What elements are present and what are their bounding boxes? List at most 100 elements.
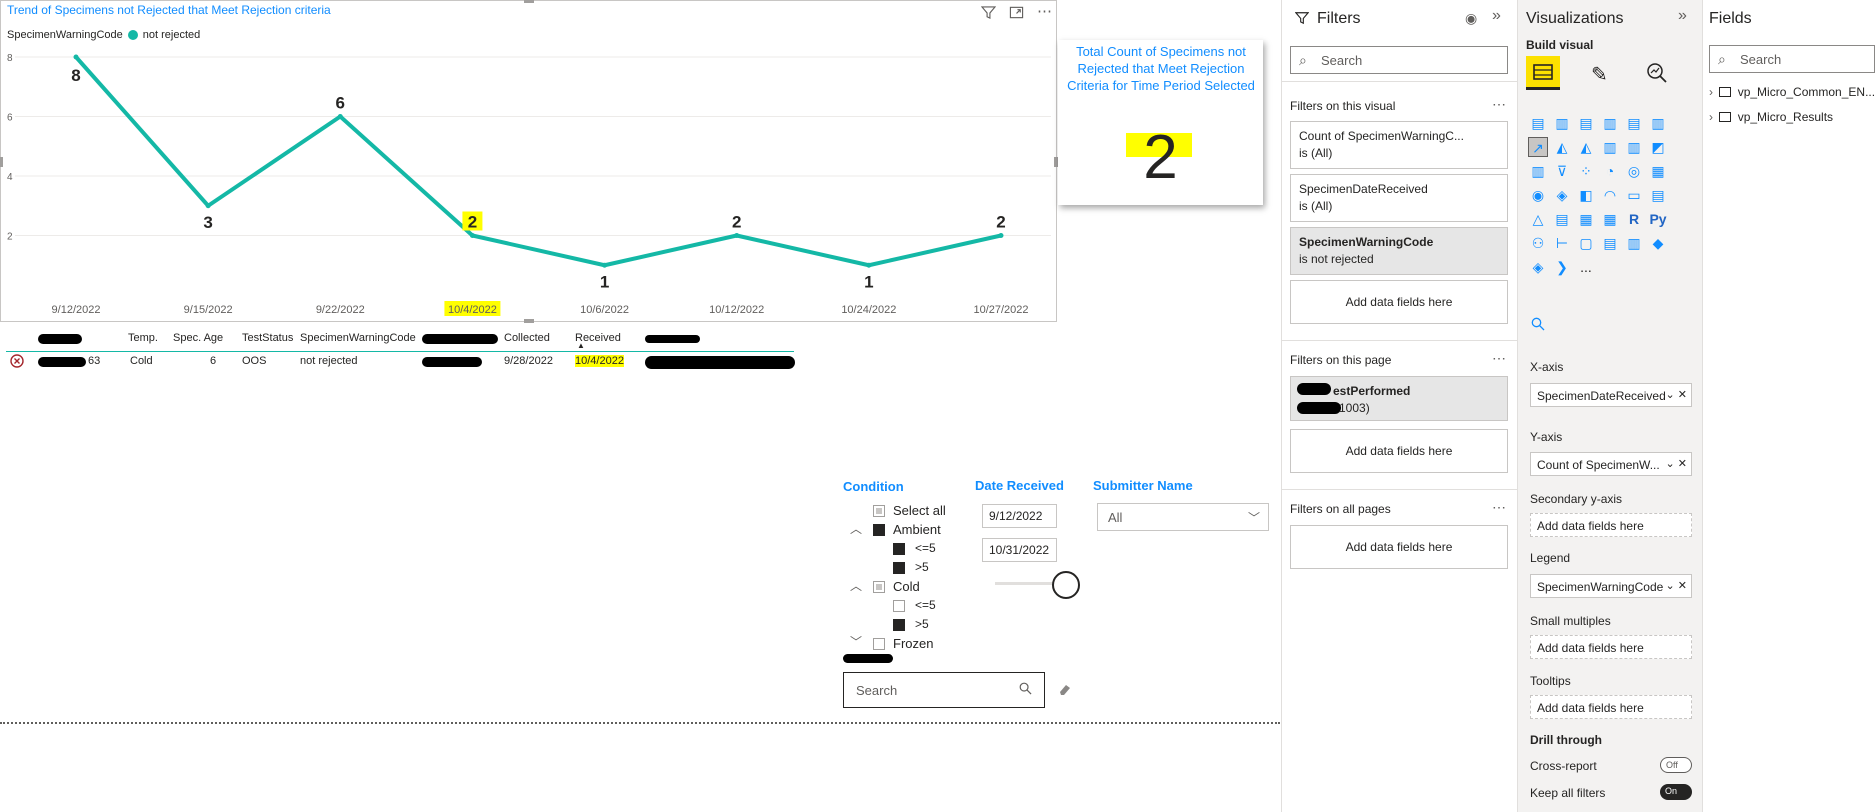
stacked-column-icon[interactable]: ▥ — [1552, 113, 1572, 133]
power-apps-icon[interactable]: ◆ — [1648, 233, 1668, 253]
map-icon[interactable]: ◉ — [1528, 185, 1548, 205]
collapse-icon[interactable]: » — [1678, 7, 1687, 25]
chevron-up-icon[interactable]: ︿ — [850, 520, 862, 537]
start-date-input[interactable]: 9/12/2022 — [982, 504, 1057, 528]
date-slider-handle[interactable] — [1052, 571, 1080, 599]
filter-card-test-performed[interactable]: estPerformed 1003) — [1290, 376, 1508, 421]
field-table-results[interactable]: › vp_Micro_Results — [1709, 110, 1833, 124]
line-clustered-icon[interactable]: ▥ — [1624, 137, 1644, 157]
search-icon[interactable] — [1531, 317, 1545, 336]
format-visual-icon[interactable]: ✎ — [1591, 62, 1608, 87]
filter-card-date-received[interactable]: SpecimenDateReceived is (All) — [1290, 174, 1508, 222]
secondary-y-axis-well[interactable]: Add data fields here — [1530, 513, 1692, 537]
line-column-icon[interactable]: ▥ — [1600, 137, 1620, 157]
resize-handle-bottom[interactable] — [524, 319, 534, 323]
fields-search-input[interactable]: ⌕ Search — [1709, 45, 1875, 73]
ribbon-chart-icon[interactable]: ◩ — [1648, 137, 1668, 157]
pie-icon[interactable]: ◔ — [1600, 161, 1620, 181]
multi-row-card-icon[interactable]: ▤ — [1648, 185, 1668, 205]
search-slicer-input[interactable]: Search — [843, 672, 1045, 708]
end-date-input[interactable]: 10/31/2022 — [982, 538, 1057, 562]
kpi-icon[interactable]: △ — [1528, 209, 1548, 229]
more-options-icon[interactable]: ⋯ — [1492, 350, 1506, 367]
table-icon[interactable]: ▦ — [1576, 209, 1596, 229]
frozen-label[interactable]: Frozen — [893, 636, 933, 651]
y-axis-well[interactable]: Count of SpecimenW... ⌄ ✕ — [1530, 452, 1692, 476]
frozen-checkbox[interactable] — [873, 638, 885, 650]
r-visual-icon[interactable]: R — [1624, 209, 1644, 229]
chevron-down-icon[interactable]: ⌄ ✕ — [1665, 457, 1687, 470]
analytics-icon[interactable] — [1646, 62, 1668, 89]
matrix-icon[interactable]: ▦ — [1600, 209, 1620, 229]
count-card[interactable]: Total Count of Specimens not Rejected th… — [1058, 40, 1263, 205]
build-visual-tab[interactable] — [1526, 56, 1560, 90]
more-options-icon[interactable]: ⋯ — [1492, 499, 1506, 516]
area-chart-icon[interactable]: ◭ — [1552, 137, 1572, 157]
eraser-icon[interactable] — [1058, 682, 1072, 701]
cold-gt5-label[interactable]: >5 — [915, 617, 929, 631]
chevron-up-icon[interactable]: ︿ — [850, 577, 862, 594]
narrative-icon[interactable]: ▤ — [1600, 233, 1620, 253]
power-automate-icon[interactable]: ◈ — [1528, 257, 1548, 277]
add-page-filter-dropzone[interactable]: Add data fields here — [1290, 429, 1508, 473]
ambient-checkbox[interactable] — [873, 524, 885, 536]
qa-icon[interactable]: ▢ — [1576, 233, 1596, 253]
filter-card-count-warning[interactable]: Count of SpecimenWarningC... is (All) — [1290, 121, 1508, 169]
filled-map-icon[interactable]: ◈ — [1552, 185, 1572, 205]
chevron-down-icon[interactable]: ﹀ — [850, 633, 862, 650]
column-header-collected[interactable]: Collected — [504, 332, 550, 344]
stacked-area-icon[interactable]: ◭ — [1576, 137, 1596, 157]
card-icon[interactable]: ▭ — [1624, 185, 1644, 205]
add-all-pages-filter-dropzone[interactable]: Add data fields here — [1290, 525, 1508, 569]
filters-search-input[interactable]: ⌕ Search — [1290, 46, 1508, 74]
ambient-gt5-checkbox[interactable] — [893, 562, 905, 574]
column-header-test-status[interactable]: TestStatus — [242, 332, 293, 344]
python-visual-icon[interactable]: Py — [1648, 209, 1668, 229]
field-table-common[interactable]: › vp_Micro_Common_EN... — [1709, 85, 1875, 99]
resize-handle-top[interactable] — [524, 0, 534, 3]
column-header-spec-age[interactable]: Spec. Age — [173, 332, 223, 344]
treemap-icon[interactable]: ▦ — [1648, 161, 1668, 181]
chevron-down-icon[interactable]: ⌄ ✕ — [1666, 388, 1688, 401]
100-column-icon[interactable]: ▥ — [1648, 113, 1668, 133]
cross-report-toggle[interactable]: Off — [1660, 757, 1692, 773]
tooltips-well[interactable]: Add data fields here — [1530, 695, 1692, 719]
x-axis-well[interactable]: SpecimenDateReceived ⌄ ✕ — [1530, 383, 1692, 407]
waterfall-icon[interactable]: ▥ — [1528, 161, 1548, 181]
100-bar-icon[interactable]: ▤ — [1624, 113, 1644, 133]
chevron-down-icon[interactable]: ⌄ ✕ — [1665, 579, 1687, 592]
ambient-le5-checkbox[interactable] — [893, 543, 905, 555]
small-multiples-well[interactable]: Add data fields here — [1530, 635, 1692, 659]
shape-map-icon[interactable]: ◧ — [1576, 185, 1596, 205]
more-options-icon[interactable]: ... — [1576, 257, 1596, 277]
select-all-checkbox[interactable] — [873, 505, 885, 517]
more-options-icon[interactable]: ⋯ — [1492, 96, 1506, 113]
filter-card-warning-code[interactable]: SpecimenWarningCode is not rejected — [1290, 227, 1508, 275]
key-influencers-icon[interactable]: ⚇ — [1528, 233, 1548, 253]
cold-gt5-checkbox[interactable] — [893, 619, 905, 631]
add-visual-filter-dropzone[interactable]: Add data fields here — [1290, 280, 1508, 324]
eye-icon[interactable]: ◉ — [1465, 10, 1477, 27]
select-all-label[interactable]: Select all — [893, 503, 946, 518]
submitter-dropdown[interactable]: All ﹀ — [1097, 503, 1269, 531]
collapse-icon[interactable]: » — [1492, 7, 1501, 25]
legend-well[interactable]: SpecimenWarningCode ⌄ ✕ — [1530, 574, 1692, 598]
get-more-icon[interactable]: ❯ — [1552, 257, 1572, 277]
column-header-warning-code[interactable]: SpecimenWarningCode — [300, 332, 416, 344]
keep-all-filters-toggle[interactable]: On — [1660, 784, 1692, 800]
ambient-le5-label[interactable]: <=5 — [915, 541, 936, 555]
line-chart-icon[interactable]: ↗ — [1528, 137, 1548, 157]
cold-checkbox[interactable] — [873, 581, 885, 593]
ambient-label[interactable]: Ambient — [893, 522, 941, 537]
clustered-column-icon[interactable]: ▥ — [1600, 113, 1620, 133]
stacked-bar-icon[interactable]: ▤ — [1528, 113, 1548, 133]
details-table[interactable]: Temp. Spec. Age TestStatus SpecimenWarni… — [0, 328, 800, 378]
clustered-bar-icon[interactable]: ▤ — [1576, 113, 1596, 133]
decomposition-tree-icon[interactable]: ⊢ — [1552, 233, 1572, 253]
date-slider-track[interactable] — [995, 582, 1055, 585]
funnel-icon[interactable]: ⊽ — [1552, 161, 1572, 181]
scatter-icon[interactable]: ⁘ — [1576, 161, 1596, 181]
slicer-icon[interactable]: ▤ — [1552, 209, 1572, 229]
line-chart-visual[interactable]: Trend of Specimens not Rejected that Mee… — [0, 0, 1058, 323]
cold-label[interactable]: Cold — [893, 579, 920, 594]
